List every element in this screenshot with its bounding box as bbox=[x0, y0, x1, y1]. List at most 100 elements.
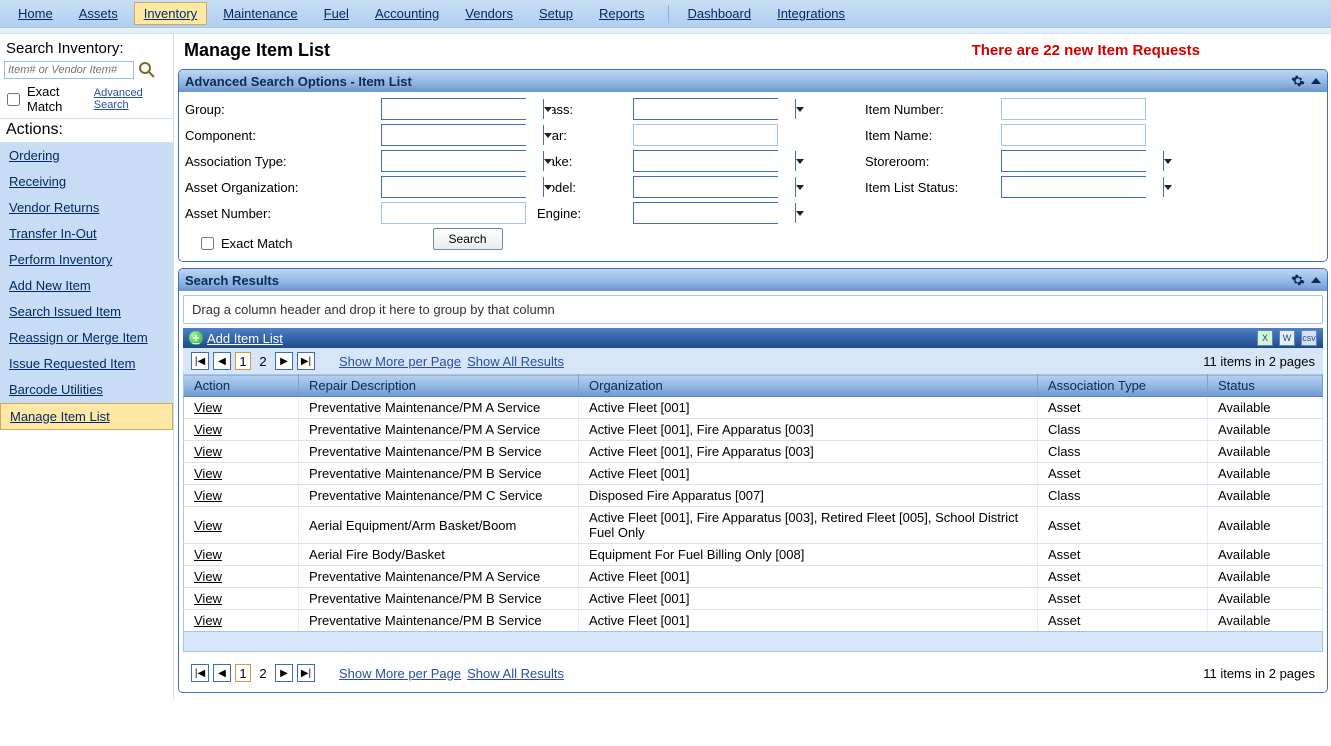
export-word-icon[interactable]: W bbox=[1279, 330, 1295, 346]
engine-dropdown[interactable] bbox=[633, 202, 778, 224]
asset-org-dropdown[interactable] bbox=[381, 176, 526, 198]
label-assoc-type: Association Type: bbox=[185, 154, 375, 169]
cell-org: Active Fleet [001] bbox=[579, 588, 1038, 610]
table-row: ViewPreventative Maintenance/PM B Servic… bbox=[184, 463, 1323, 485]
page-2-bottom[interactable]: 2 bbox=[255, 664, 271, 682]
menu-maintenance[interactable]: Maintenance bbox=[213, 2, 307, 25]
page-first-button[interactable]: |◀ bbox=[191, 352, 209, 370]
exact-match-checkbox-2[interactable] bbox=[201, 237, 214, 250]
results-panel-title: Search Results bbox=[185, 273, 279, 288]
view-link[interactable]: View bbox=[194, 547, 222, 562]
col-action[interactable]: Action bbox=[184, 375, 299, 397]
make-dropdown[interactable] bbox=[633, 150, 778, 172]
table-row: View Preventative Maintenance/PM A Servic… bbox=[184, 566, 1323, 588]
assoc-type-dropdown[interactable] bbox=[381, 150, 526, 172]
show-more-link-bottom[interactable]: Show More per Page bbox=[339, 666, 461, 681]
page-2[interactable]: 2 bbox=[255, 352, 271, 370]
col-org[interactable]: Organization bbox=[579, 375, 1038, 397]
page-1-bottom[interactable]: 1 bbox=[235, 664, 251, 682]
show-more-link[interactable]: Show More per Page bbox=[339, 354, 461, 369]
asset-number-input[interactable] bbox=[381, 202, 526, 224]
export-csv-icon[interactable]: csv bbox=[1301, 330, 1317, 346]
col-status[interactable]: Status bbox=[1208, 375, 1323, 397]
new-requests-notice[interactable]: There are 22 new Item Requests bbox=[972, 42, 1320, 59]
view-link[interactable]: View bbox=[194, 613, 222, 628]
item-name-input[interactable] bbox=[1001, 124, 1146, 146]
col-assoc[interactable]: Association Type bbox=[1038, 375, 1208, 397]
page-1[interactable]: 1 bbox=[235, 352, 251, 370]
exact-match-checkbox[interactable] bbox=[7, 93, 20, 106]
plus-icon: + bbox=[189, 331, 203, 345]
view-link[interactable]: View bbox=[194, 569, 222, 584]
action-receiving[interactable]: Receiving bbox=[0, 169, 173, 195]
action-search-issued[interactable]: Search Issued Item bbox=[0, 299, 173, 325]
collapse-icon[interactable] bbox=[1311, 78, 1321, 84]
cell-status: Available bbox=[1208, 397, 1323, 419]
menu-home[interactable]: Home bbox=[8, 2, 63, 25]
advanced-search-link[interactable]: Advanced Search bbox=[94, 87, 170, 111]
year-input[interactable] bbox=[633, 124, 778, 146]
page-first-button-bottom[interactable]: |◀ bbox=[191, 664, 209, 682]
menu-assets[interactable]: Assets bbox=[69, 2, 128, 25]
menu-inventory[interactable]: Inventory bbox=[134, 2, 207, 25]
add-item-list-button[interactable]: + Add Item List bbox=[189, 331, 283, 346]
model-dropdown[interactable] bbox=[633, 176, 778, 198]
label-item-number: Item Number: bbox=[865, 102, 995, 117]
search-icon[interactable] bbox=[138, 61, 156, 79]
export-excel-icon[interactable]: X bbox=[1257, 330, 1273, 346]
show-all-link-bottom[interactable]: Show All Results bbox=[467, 666, 564, 681]
cell-org: Active Fleet [001] bbox=[579, 610, 1038, 632]
view-link[interactable]: View bbox=[194, 444, 222, 459]
group-dropdown[interactable] bbox=[381, 98, 526, 120]
menu-reports[interactable]: Reports bbox=[589, 2, 655, 25]
col-repair[interactable]: Repair Description bbox=[299, 375, 579, 397]
action-issue-req[interactable]: Issue Requested Item bbox=[0, 351, 173, 377]
label-asset-number: Asset Number: bbox=[185, 206, 375, 221]
page-next-button[interactable]: ▶ bbox=[275, 352, 293, 370]
storeroom-dropdown[interactable] bbox=[1001, 150, 1146, 172]
action-manage-item-list[interactable]: Manage Item List bbox=[0, 403, 173, 430]
page-next-button-bottom[interactable]: ▶ bbox=[275, 664, 293, 682]
show-all-link[interactable]: Show All Results bbox=[467, 354, 564, 369]
item-number-input[interactable] bbox=[1001, 98, 1146, 120]
action-perform-inventory[interactable]: Perform Inventory bbox=[0, 247, 173, 273]
action-add-new-item[interactable]: Add New Item bbox=[0, 273, 173, 299]
group-drop-hint[interactable]: Drag a column header and drop it here to… bbox=[183, 295, 1323, 324]
items-count-bottom: 11 items in 2 pages bbox=[1203, 666, 1315, 681]
action-barcode[interactable]: Barcode Utilities bbox=[0, 377, 173, 403]
action-transfer[interactable]: Transfer In-Out bbox=[0, 221, 173, 247]
view-link[interactable]: View bbox=[194, 488, 222, 503]
item-list-status-dropdown[interactable] bbox=[1001, 176, 1146, 198]
action-vendor-returns[interactable]: Vendor Returns bbox=[0, 195, 173, 221]
menu-setup[interactable]: Setup bbox=[529, 2, 583, 25]
cell-repair: Preventative Maintenance/PM A Service bbox=[299, 566, 579, 588]
menu-accounting[interactable]: Accounting bbox=[365, 2, 449, 25]
menu-integrations[interactable]: Integrations bbox=[767, 2, 855, 25]
table-row: ViewAerial Equipment/Arm Basket/BoomActi… bbox=[184, 507, 1323, 544]
page-last-button[interactable]: ▶| bbox=[297, 352, 315, 370]
action-ordering[interactable]: Ordering bbox=[0, 143, 173, 169]
view-link[interactable]: View bbox=[194, 466, 222, 481]
collapse-icon[interactable] bbox=[1311, 277, 1321, 283]
view-link[interactable]: View bbox=[194, 400, 222, 415]
view-link[interactable]: View bbox=[194, 518, 222, 533]
class-dropdown[interactable] bbox=[633, 98, 778, 120]
menu-dashboard[interactable]: Dashboard bbox=[677, 2, 761, 25]
menu-fuel[interactable]: Fuel bbox=[314, 2, 359, 25]
gear-icon[interactable] bbox=[1291, 273, 1305, 287]
menu-vendors[interactable]: Vendors bbox=[455, 2, 523, 25]
page-prev-button[interactable]: ◀ bbox=[213, 352, 231, 370]
view-link[interactable]: View bbox=[194, 591, 222, 606]
action-reassign[interactable]: Reassign or Merge Item bbox=[0, 325, 173, 351]
cell-repair: Aerial Fire Body/Basket bbox=[299, 544, 579, 566]
gear-icon[interactable] bbox=[1291, 74, 1305, 88]
search-button[interactable]: Search bbox=[433, 228, 503, 250]
page-prev-button-bottom[interactable]: ◀ bbox=[213, 664, 231, 682]
view-link[interactable]: View bbox=[194, 422, 222, 437]
label-component: Component: bbox=[185, 128, 375, 143]
search-inventory-input[interactable] bbox=[4, 61, 134, 79]
cell-org: Active Fleet [001], Fire Apparatus [003] bbox=[579, 441, 1038, 463]
component-dropdown[interactable] bbox=[381, 124, 526, 146]
top-menubar: Home Assets Inventory Maintenance Fuel A… bbox=[0, 0, 1331, 28]
page-last-button-bottom[interactable]: ▶| bbox=[297, 664, 315, 682]
